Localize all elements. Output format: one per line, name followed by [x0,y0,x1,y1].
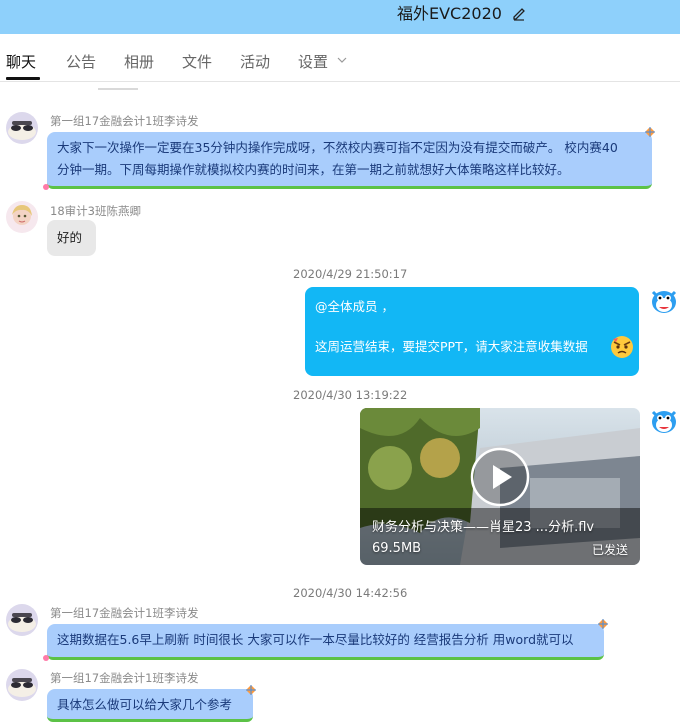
message-text: 这期数据在5.6早上刷新 时间很长 大家可以作一本尽量比较好的 经营报告分析 用… [57,632,574,647]
avatar[interactable] [6,112,38,144]
message-bubble[interactable]: 具体怎么做可以给大家几个参考 [47,689,253,722]
tab-files[interactable]: 文件 [182,52,212,72]
active-tab-indicator [6,77,40,80]
tab-settings[interactable]: 设置 [298,52,328,72]
sender-name: 第一组17金融会计1班李诗发 [50,606,199,620]
scroll-divider [98,86,138,90]
chevron-down-icon[interactable] [337,56,347,64]
kite-icon [43,655,49,661]
play-icon[interactable] [470,447,530,507]
message-timestamp: 2020/4/29 21:50:17 [293,267,408,281]
message-text: @全体成员 ， [315,299,394,314]
emoji-angry-icon [611,336,633,358]
avatar[interactable] [648,404,680,436]
message-text: 分钟一期。下周每期操作就模拟校内赛的时间来，在第一期之前就想好大体策略这样比较好… [57,162,570,177]
video-message[interactable]: 财务分析与决策——肖星23 ...分析.flv 69.5MB 已发送 [360,408,640,565]
tab-announcements[interactable]: 公告 [66,52,96,72]
tab-album[interactable]: 相册 [124,52,154,72]
kite-icon [246,685,256,695]
avatar[interactable] [6,201,38,233]
tab-events[interactable]: 活动 [240,52,270,72]
group-title[interactable]: 福外EVC2020 [397,4,502,24]
edit-icon[interactable] [511,5,527,21]
title-bar [0,0,680,34]
video-status: 已发送 [591,543,628,557]
video-size: 69.5MB [372,541,422,556]
message-text: 这周运营结束，要提交PPT，请大家注意收集数据 [315,339,588,354]
sender-name: 第一组17金融会计1班李诗发 [50,671,199,685]
tab-chat[interactable]: 聊天 [6,52,36,72]
message-timestamp: 2020/4/30 13:19:22 [293,388,408,402]
message-timestamp: 2020/4/30 14:42:56 [293,586,408,600]
message-bubble[interactable]: @全体成员 ， 这周运营结束，要提交PPT，请大家注意收集数据 [305,287,639,376]
avatar[interactable] [6,669,38,701]
sender-name: 第一组17金融会计1班李诗发 [50,114,199,128]
sender-name: 18审计3班陈燕卿 [50,204,141,218]
message-text: 好的 [57,230,83,245]
kite-icon [598,619,608,629]
kite-icon [43,184,49,190]
avatar[interactable] [648,284,680,316]
message-text: 大家下一次操作一定要在35分钟内操作完成呀，不然校内赛可指不定因为没有提交而破产… [57,140,618,155]
message-text: 具体怎么做可以给大家几个参考 [57,697,233,712]
video-title: 财务分析与决策——肖星23 ...分析.flv [372,520,595,535]
message-bubble[interactable]: 这期数据在5.6早上刷新 时间很长 大家可以作一本尽量比较好的 经营报告分析 用… [47,624,604,660]
kite-icon [645,127,655,137]
message-bubble[interactable]: 好的 [47,220,96,256]
message-bubble[interactable]: 大家下一次操作一定要在35分钟内操作完成呀，不然校内赛可指不定因为没有提交而破产… [47,132,652,189]
avatar[interactable] [6,604,38,636]
